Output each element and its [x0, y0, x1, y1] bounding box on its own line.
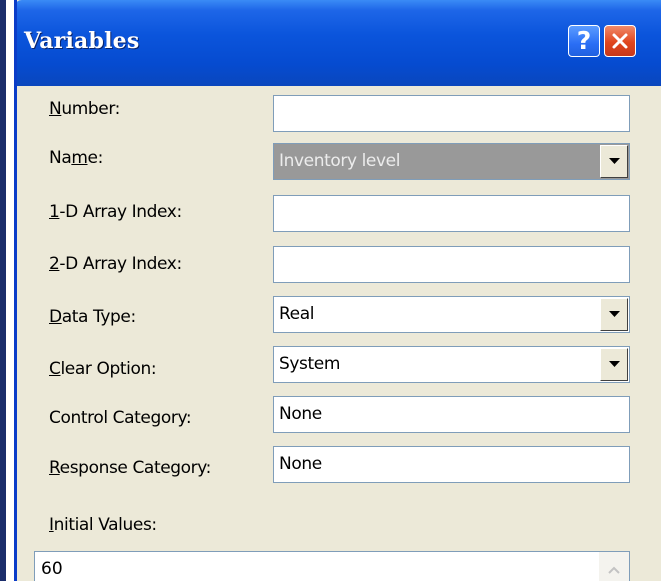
background-window-edge [0, 0, 14, 581]
help-icon: ? [576, 26, 592, 55]
control-category-label: Control Category: [49, 408, 192, 428]
name-dropdown-button[interactable] [600, 145, 628, 178]
dialog-title: Variables [24, 28, 140, 54]
clear-option-label: Clear Option: [49, 359, 157, 379]
array2d-label: 2-D Array Index: [49, 254, 182, 274]
array1d-label: 1-D Array Index: [49, 202, 182, 222]
help-button[interactable]: ? [568, 25, 600, 57]
variables-dialog: Variables ? Number: Name: Inventory leve… [14, 0, 661, 581]
clear-option-value: System [279, 354, 340, 374]
title-bar[interactable]: Variables ? [17, 0, 661, 86]
list-scrollbar[interactable] [599, 552, 629, 581]
data-type-dropdown-button[interactable] [600, 298, 628, 331]
close-button[interactable] [604, 25, 636, 57]
background-window-border [0, 0, 6, 581]
initial-values-label: Initial Values: [49, 515, 157, 535]
data-type-label: Data Type: [49, 307, 136, 327]
array2d-field[interactable] [273, 246, 630, 283]
name-value: Inventory level [279, 151, 401, 171]
chevron-down-icon [609, 158, 620, 164]
scroll-up-icon [608, 566, 620, 574]
response-category-field[interactable]: None [273, 446, 630, 483]
array1d-field[interactable] [273, 195, 630, 232]
name-label: Name: [49, 148, 103, 168]
number-label: Number: [49, 99, 120, 119]
initial-value-item[interactable]: 60 [41, 559, 63, 579]
data-type-dropdown[interactable]: Real [273, 296, 630, 333]
chevron-down-icon [609, 311, 620, 317]
clear-option-dropdown[interactable]: System [273, 346, 630, 383]
chevron-down-icon [609, 361, 620, 367]
data-type-value: Real [279, 304, 315, 324]
initial-values-list[interactable]: 60 [34, 551, 630, 581]
control-category-field[interactable]: None [273, 396, 630, 433]
response-category-label: Response Category: [49, 458, 212, 478]
name-dropdown[interactable]: Inventory level [273, 143, 630, 180]
clear-option-dropdown-button[interactable] [600, 348, 628, 381]
close-icon [612, 33, 628, 49]
number-field[interactable] [273, 95, 630, 132]
